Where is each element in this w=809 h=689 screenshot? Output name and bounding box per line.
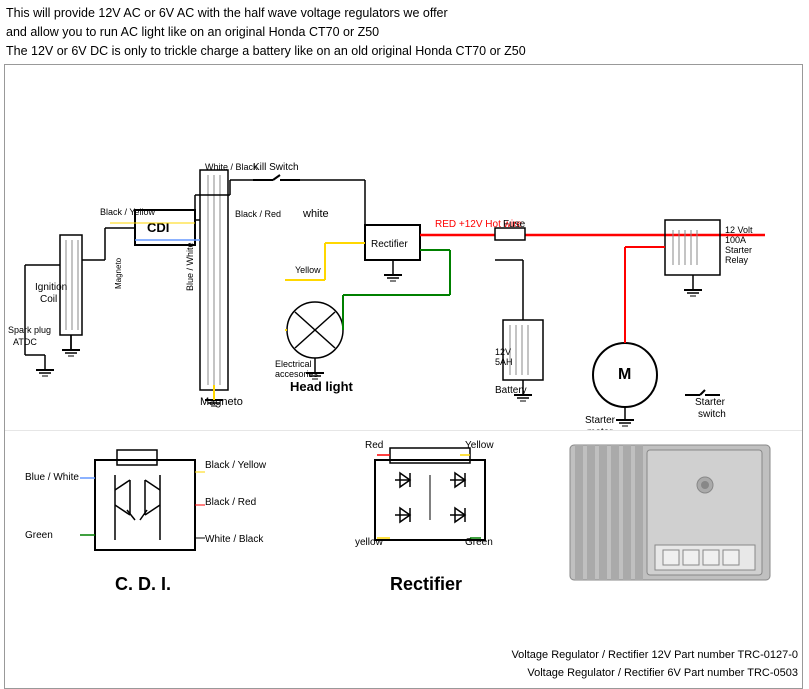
svg-text:Black / Red: Black / Red <box>235 209 281 219</box>
svg-text:White / Black: White / Black <box>205 162 258 172</box>
header-line3: The 12V or 6V DC is only to trickle char… <box>6 42 803 61</box>
svg-text:Black / Yellow: Black / Yellow <box>205 460 267 471</box>
svg-text:Starter: Starter <box>695 397 726 408</box>
part-numbers-section: Voltage Regulator / Rectifier 12V Part n… <box>511 647 798 682</box>
svg-text:Magneto: Magneto <box>200 396 243 408</box>
main-diagram-border: Magneto Magneto Ignition Coil Spark plug… <box>4 64 803 689</box>
svg-text:Ignition: Ignition <box>35 282 67 293</box>
svg-text:white: white <box>302 208 329 220</box>
svg-text:Coil: Coil <box>40 294 57 305</box>
svg-text:Head light: Head light <box>290 379 354 394</box>
svg-text:Starter: Starter <box>725 245 752 255</box>
svg-text:Spark plug: Spark plug <box>8 325 51 335</box>
svg-text:Magneto: Magneto <box>114 258 123 290</box>
svg-text:5AH: 5AH <box>495 357 513 367</box>
svg-text:Relay: Relay <box>725 255 749 265</box>
svg-text:Yellow: Yellow <box>295 265 321 275</box>
part-number-12v: Voltage Regulator / Rectifier 12V Part n… <box>511 647 798 665</box>
svg-text:Blue / White: Blue / White <box>185 243 195 292</box>
svg-text:Rectifier: Rectifier <box>390 574 462 594</box>
svg-text:Green: Green <box>25 530 53 541</box>
svg-text:Black / Yellow: Black / Yellow <box>100 207 156 217</box>
svg-text:100A: 100A <box>725 235 746 245</box>
svg-text:Black / Red: Black / Red <box>205 497 256 508</box>
svg-text:Blue / White: Blue / White <box>25 472 79 483</box>
svg-text:Starter: Starter <box>585 415 616 426</box>
svg-text:switch: switch <box>698 409 726 420</box>
svg-text:12 Volt: 12 Volt <box>725 225 753 235</box>
svg-text:White / Black: White / Black <box>205 534 264 545</box>
svg-text:CDI: CDI <box>147 220 169 235</box>
wiring-diagram-svg: Magneto Magneto Ignition Coil Spark plug… <box>5 65 803 430</box>
svg-text:M: M <box>618 366 631 383</box>
diagram-bottom-section: Blue / White Green Black / Yellow Black … <box>5 430 802 688</box>
svg-text:Rectifier: Rectifier <box>371 239 408 250</box>
svg-text:Electrical: Electrical <box>275 359 312 369</box>
svg-text:C. D. I.: C. D. I. <box>115 574 171 594</box>
header-text: This will provide 12V AC or 6V AC with t… <box>0 0 809 62</box>
svg-text:Kill Switch: Kill Switch <box>253 162 299 173</box>
bottom-diagram-svg: Blue / White Green Black / Yellow Black … <box>5 430 803 680</box>
svg-text:Yellow: Yellow <box>465 440 494 451</box>
svg-text:12V: 12V <box>495 347 511 357</box>
header-line2: and allow you to run AC light like on an… <box>6 23 803 42</box>
part-number-6v: Voltage Regulator / Rectifier 6V Part nu… <box>511 665 798 683</box>
svg-text:Red: Red <box>365 440 383 451</box>
header-line1: This will provide 12V AC or 6V AC with t… <box>6 4 803 23</box>
